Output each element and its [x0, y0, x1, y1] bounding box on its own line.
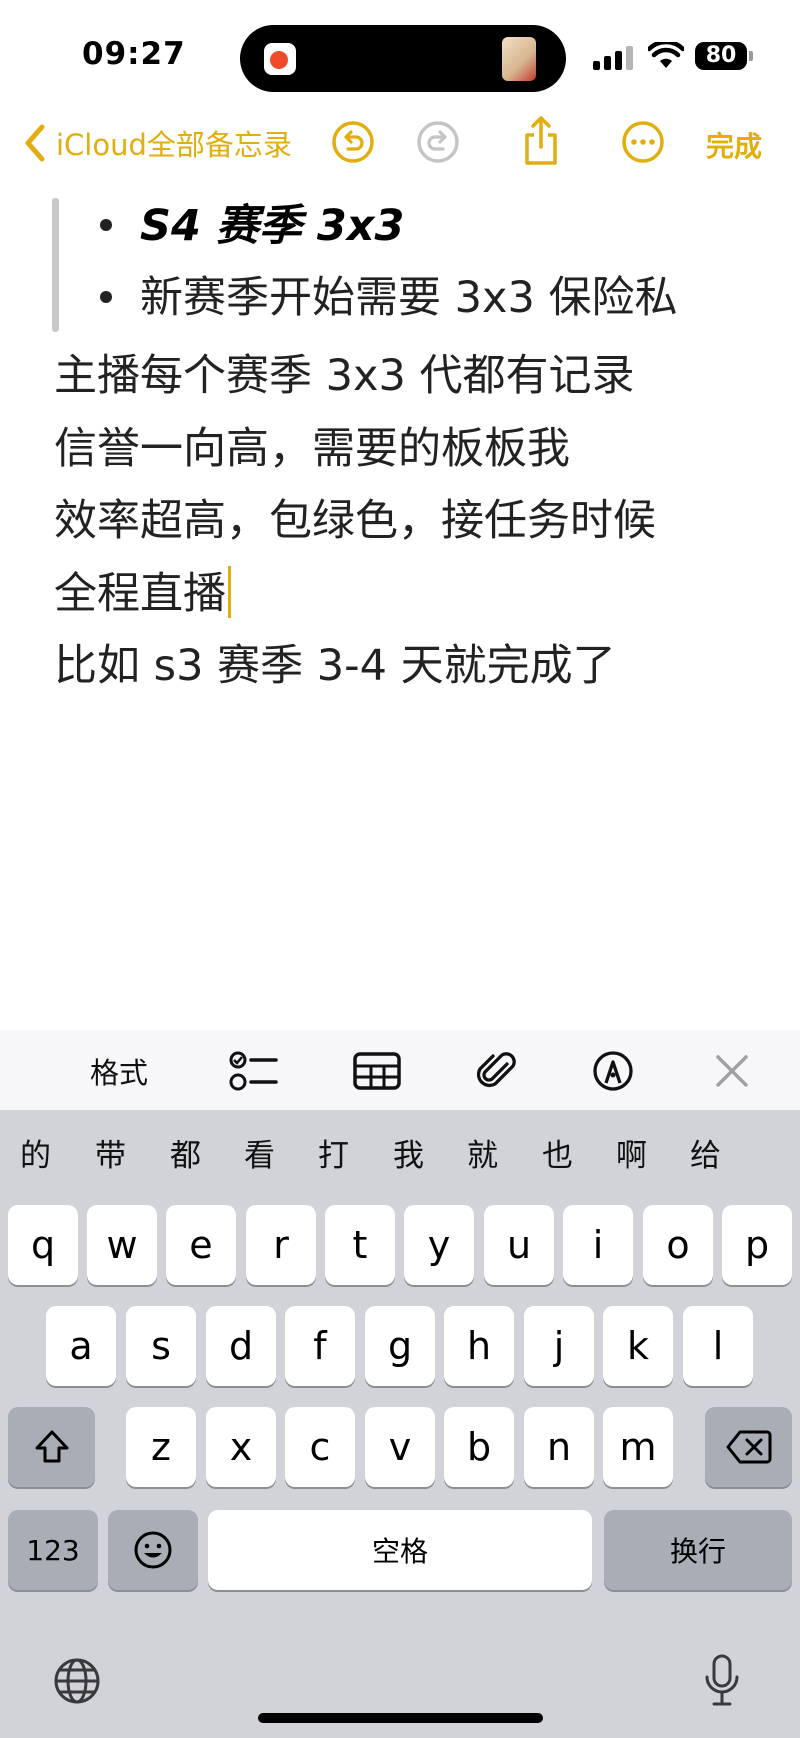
microphone-icon[interactable]	[702, 1653, 742, 1709]
note-line: 效率超高，包绿色，接任务时候	[54, 496, 656, 546]
note-line: 信誉一向高，需要的板板我	[54, 423, 570, 474]
cellular-signal-icon	[593, 44, 637, 70]
key-s[interactable]: s	[126, 1306, 196, 1386]
bullet-item-1[interactable]: S4 赛季 3x3	[100, 196, 404, 256]
back-label: iCloud全部备忘录	[56, 128, 292, 162]
keyboard: 的 带 都 看 打 我 就 也 啊 给 q w e r t y u i o p …	[0, 1110, 800, 1738]
home-indicator[interactable]	[258, 1713, 543, 1723]
space-key[interactable]: 空格	[208, 1510, 592, 1590]
numbers-key[interactable]: 123	[8, 1510, 98, 1590]
wifi-icon	[648, 42, 684, 68]
battery-indicator: 80	[695, 42, 753, 70]
candidate-word[interactable]: 就	[467, 1130, 498, 1175]
close-icon[interactable]	[714, 1050, 750, 1092]
status-time: 09:27	[82, 36, 186, 72]
key-b[interactable]: b	[444, 1407, 514, 1487]
emoji-key[interactable]	[108, 1510, 198, 1590]
redo-icon[interactable]	[415, 119, 461, 165]
candidate-word[interactable]: 看	[244, 1130, 275, 1175]
share-icon[interactable]	[518, 115, 564, 167]
key-w[interactable]: w	[87, 1205, 157, 1285]
candidate-word[interactable]: 啊	[616, 1130, 647, 1175]
key-d[interactable]: d	[206, 1306, 276, 1386]
key-g[interactable]: g	[365, 1306, 435, 1386]
live-activity-artwork	[502, 37, 536, 81]
shift-key[interactable]	[8, 1407, 95, 1487]
candidate-bar: 的 带 都 看 打 我 就 也 啊 给	[0, 1120, 800, 1180]
candidate-word[interactable]: 也	[542, 1130, 573, 1175]
format-toolbar: 格式	[0, 1030, 800, 1110]
return-key[interactable]: 换行	[604, 1510, 792, 1590]
candidate-word[interactable]: 给	[690, 1130, 721, 1175]
key-a[interactable]: a	[46, 1306, 116, 1386]
note-line: 全程直播	[54, 568, 226, 619]
key-k[interactable]: k	[603, 1306, 673, 1386]
candidate-word[interactable]: 我	[393, 1130, 424, 1175]
live-activity-app-icon	[264, 43, 296, 75]
note-line-with-caret: 全程直播	[54, 558, 774, 631]
key-e[interactable]: e	[166, 1205, 236, 1285]
key-o[interactable]: o	[643, 1205, 713, 1285]
text-caret	[228, 566, 231, 618]
bullet-dot	[100, 290, 112, 303]
key-z[interactable]: z	[126, 1407, 196, 1487]
candidate-word[interactable]: 带	[95, 1130, 126, 1175]
key-l[interactable]: l	[683, 1306, 753, 1386]
note-line: 比如 s3 赛季 3-4 天就完成了	[54, 641, 616, 691]
key-p[interactable]: p	[722, 1205, 792, 1285]
more-icon[interactable]	[620, 119, 666, 165]
attachment-icon[interactable]	[477, 1050, 519, 1092]
chevron-left-icon	[25, 124, 45, 162]
note-line: 主播每个赛季 3x3 代都有记录	[54, 351, 635, 401]
key-m[interactable]: m	[603, 1407, 673, 1487]
done-button[interactable]: 完成	[706, 125, 762, 165]
key-v[interactable]: v	[365, 1407, 435, 1487]
key-t[interactable]: t	[325, 1205, 395, 1285]
key-f[interactable]: f	[285, 1306, 355, 1386]
shift-icon	[35, 1430, 68, 1463]
bullet-dot	[100, 218, 112, 231]
undo-icon[interactable]	[330, 119, 376, 165]
key-j[interactable]: j	[524, 1306, 594, 1386]
markup-pen-icon[interactable]	[592, 1050, 634, 1092]
candidate-word[interactable]: 打	[318, 1130, 349, 1175]
key-n[interactable]: n	[524, 1407, 594, 1487]
key-c[interactable]: c	[285, 1407, 355, 1487]
key-x[interactable]: x	[206, 1407, 276, 1487]
key-u[interactable]: u	[484, 1205, 554, 1285]
note-body[interactable]: 主播每个赛季 3x3 代都有记录 信誉一向高，需要的板板我 效率超高，包绿色，接…	[54, 340, 774, 703]
bullet-text: S4 赛季 3x3	[140, 201, 405, 251]
back-button[interactable]: iCloud全部备忘录	[20, 121, 292, 165]
block-quote-bar	[52, 198, 59, 332]
bullet-item-2[interactable]: 新赛季开始需要 3x3 保险私	[100, 268, 678, 328]
key-y[interactable]: y	[404, 1205, 474, 1285]
status-bar: 09:27 80	[0, 0, 800, 110]
candidate-word[interactable]: 都	[170, 1130, 201, 1175]
backspace-icon	[726, 1430, 771, 1464]
bullet-text: 新赛季开始需要 3x3 保险私	[140, 273, 678, 323]
notes-navbar: iCloud全部备忘录 完成	[0, 115, 800, 175]
dynamic-island[interactable]	[240, 25, 566, 92]
globe-icon[interactable]	[52, 1656, 102, 1706]
delete-key[interactable]	[705, 1407, 792, 1487]
key-h[interactable]: h	[444, 1306, 514, 1386]
key-i[interactable]: i	[563, 1205, 633, 1285]
emoji-icon	[134, 1531, 172, 1569]
table-icon[interactable]	[353, 1050, 401, 1092]
candidate-word[interactable]: 的	[20, 1130, 51, 1175]
key-q[interactable]: q	[8, 1205, 78, 1285]
format-button[interactable]: 格式	[90, 1050, 148, 1092]
key-r[interactable]: r	[246, 1205, 316, 1285]
checklist-icon[interactable]	[228, 1050, 278, 1092]
